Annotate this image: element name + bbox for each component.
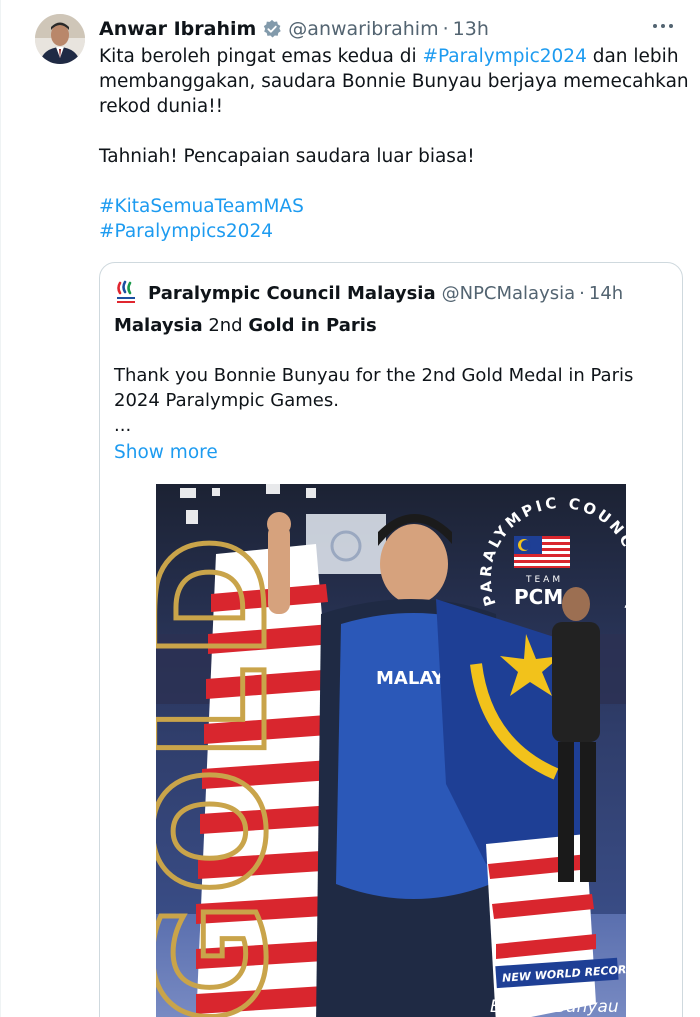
- quoted-title-part2: 2nd: [202, 315, 249, 336]
- hashtag-paralympics2024[interactable]: #Paralympics2024: [99, 219, 684, 244]
- quoted-tweet-text: Malaysia 2nd Gold in Paris Thank you Bon…: [114, 313, 674, 438]
- tweet-text-line1: Kita beroleh pingat emas kedua di: [99, 46, 423, 67]
- tweet-header: Anwar Ibrahim @anwaribrahim · 13h: [99, 14, 680, 44]
- more-options-icon[interactable]: [650, 16, 676, 36]
- hashtag-paralympic2024[interactable]: #Paralympic2024: [422, 46, 586, 67]
- author-name[interactable]: Anwar Ibrahim: [99, 18, 256, 40]
- quoted-tweet-header: Paralympic Council Malaysia @NPCMalaysia…: [114, 279, 672, 307]
- jersey-text: MALAY: [376, 668, 446, 689]
- hashtag-kitasemuateammas[interactable]: #KitaSemuaTeamMAS: [99, 194, 684, 219]
- quoted-timestamp[interactable]: 14h: [589, 283, 623, 304]
- quoted-author-handle[interactable]: @NPCMalaysia: [442, 283, 576, 304]
- author-avatar[interactable]: [35, 14, 85, 64]
- quoted-author-name[interactable]: Paralympic Council Malaysia: [148, 283, 436, 304]
- tweet-text: Kita beroleh pingat emas kedua di #Paral…: [99, 44, 689, 244]
- quoted-title: Malaysia 2nd Gold in Paris: [114, 313, 674, 338]
- quoted-tweet[interactable]: Paralympic Council Malaysia @NPCMalaysia…: [99, 262, 683, 1017]
- tweet: Anwar Ibrahim @anwaribrahim · 13h Kita b…: [0, 0, 700, 1017]
- quoted-title-part1: Malaysia: [114, 315, 203, 336]
- separator-dot: ·: [442, 18, 449, 40]
- team-label: TEAM: [525, 575, 563, 585]
- author-handle[interactable]: @anwaribrahim: [288, 18, 438, 40]
- show-more-link[interactable]: Show more: [114, 440, 218, 465]
- team-name: PCM: [514, 585, 563, 609]
- quoted-text-ellipsis: ...: [114, 415, 132, 436]
- paralympic-logo-icon[interactable]: [114, 279, 138, 307]
- athlete-name: Bonnie Bunyau: [490, 997, 619, 1017]
- quoted-text-line1: Thank you Bonnie Bunyau for the 2nd Gold…: [114, 365, 634, 386]
- quoted-text-line2: 2024 Paralympic Games.: [114, 390, 339, 411]
- timestamp[interactable]: 13h: [453, 18, 489, 40]
- quoted-title-part3: Gold in Paris: [248, 315, 377, 336]
- tweet-text-line4: Tahniah! Pencapaian saudara luar biasa!: [99, 146, 475, 167]
- quoted-tweet-image[interactable]: GOLD MALAY PARALYMPIC COU TEAM PCM NEW W…: [156, 484, 626, 1017]
- tweet-text-line2: membanggakan, saudara Bonnie Bunyau berj…: [99, 71, 689, 92]
- tweet-text-line1-end: dan lebih: [586, 46, 679, 67]
- tweet-text-line3: rekod dunia!!: [99, 96, 224, 117]
- quoted-separator-dot: ·: [579, 282, 585, 304]
- verified-badge-icon[interactable]: [262, 19, 282, 39]
